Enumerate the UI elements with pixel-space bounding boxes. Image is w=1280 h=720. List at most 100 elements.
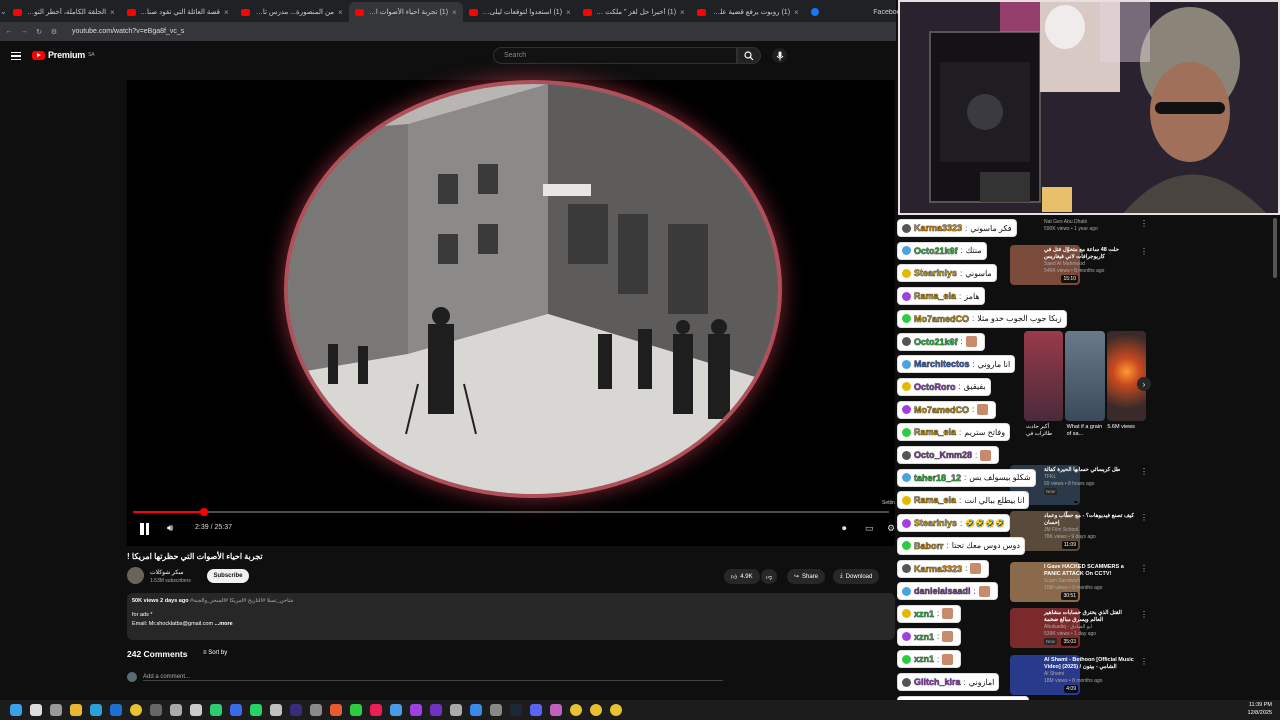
chat-message: danielalsaadi: — [898, 583, 997, 600]
views-date: 50K views 2 days ago — [132, 598, 189, 604]
close-icon[interactable]: × — [566, 8, 571, 17]
search-icon[interactable] — [30, 704, 42, 716]
progress-scrubber[interactable] — [200, 508, 209, 516]
autoplay-toggle-icon[interactable]: ⏺ — [842, 523, 847, 534]
pause-icon[interactable] — [139, 523, 150, 535]
subtitles-icon[interactable]: ▭ — [865, 523, 874, 534]
description-box[interactable]: 50K views 2 days ago #شاحن_تسلا #التاريخ… — [127, 593, 895, 640]
app-icon[interactable] — [190, 704, 202, 716]
add-comment-row[interactable]: Add a comment... — [127, 672, 723, 682]
channel-name[interactable]: سكر شوكلات — [150, 569, 184, 576]
url-field[interactable]: youtube.com/watch?v=eBga8f_vc_s — [72, 28, 184, 35]
microphone-icon — [776, 51, 783, 60]
browser-tab[interactable]: (1) تجربة احياء الأصوات التي × — [348, 2, 463, 22]
more-options-icon[interactable]: ⋮ — [1140, 247, 1148, 256]
youtube-logo[interactable]: Premium SA — [32, 50, 95, 60]
chrome-icon[interactable] — [610, 704, 622, 716]
settings-icon[interactable]: ⚙ — [887, 523, 895, 534]
app-icon[interactable] — [210, 704, 222, 716]
app-icon[interactable] — [390, 704, 402, 716]
close-icon[interactable]: × — [452, 8, 457, 17]
hashtags[interactable]: #شاحن_تسلا #التاريخ #امريكا #السحر_والجب… — [190, 598, 293, 604]
app-icon[interactable] — [350, 704, 362, 716]
app-icon[interactable] — [170, 704, 182, 716]
chat-text: منتك — [965, 246, 982, 256]
app-icon[interactable] — [410, 704, 422, 716]
browser-tab[interactable]: الحلقة الكاملة، أخطر التوقعات × — [7, 2, 121, 22]
menu-icon[interactable] — [11, 52, 21, 60]
more-options-icon[interactable]: ⋮ — [1140, 657, 1148, 666]
search-input[interactable]: Search — [493, 47, 737, 64]
more-options-icon[interactable]: ⋮ — [1140, 513, 1148, 522]
whatsapp-icon[interactable] — [250, 704, 262, 716]
site-info-icon[interactable]: ⚙ — [48, 28, 60, 36]
subscribe-button[interactable]: Subscribe — [207, 569, 249, 583]
app-icon[interactable] — [270, 704, 282, 716]
like-button[interactable]: 👍︎ 4.9K — [724, 569, 760, 584]
file-explorer-icon[interactable] — [70, 704, 82, 716]
chat-text: ماسوني — [965, 268, 992, 278]
share-button[interactable]: ↪ Share — [787, 569, 826, 584]
tiktok-icon[interactable] — [370, 704, 382, 716]
chat-message: Rama_ela: وفاتح ستريم — [898, 424, 1010, 441]
windows-taskbar — [0, 700, 1280, 720]
browser-tab[interactable]: (1) استعدوا لتوقعات ليلى عبداللـ× — [463, 2, 577, 22]
add-comment-input[interactable]: Add a comment... — [143, 674, 190, 680]
more-link[interactable]: ...more — [215, 621, 233, 627]
chat-separator: : — [960, 246, 963, 256]
close-icon[interactable]: × — [680, 8, 685, 17]
edge-icon[interactable] — [90, 704, 102, 716]
app-icon[interactable] — [150, 704, 162, 716]
forward-icon[interactable]: → — [18, 28, 30, 35]
chat-message: Rama_ela: انا بيطلع ببالي انت — [898, 492, 1029, 509]
more-options-icon[interactable]: ⋮ — [1140, 610, 1148, 619]
video-player[interactable]: 🔊︎ 2:39 / 25:37 ⏺ ▭ ⚙ — [127, 80, 895, 546]
chat-text: 🤣🤣🤣🤣 — [965, 518, 1006, 528]
task-view-icon[interactable] — [50, 704, 62, 716]
app-icon[interactable] — [310, 704, 322, 716]
app-icon[interactable] — [530, 704, 542, 716]
search-button[interactable] — [737, 47, 761, 64]
premiere-icon[interactable] — [290, 704, 302, 716]
steam-icon[interactable] — [510, 704, 522, 716]
browser-tab[interactable]: (1) روبوت يرفع قضية على سيد× — [691, 2, 805, 22]
more-options-icon[interactable]: ⋮ — [1140, 564, 1148, 573]
windows-start-icon[interactable] — [10, 704, 22, 716]
sort-by-button[interactable]: ≡ Sort by — [203, 650, 227, 656]
taskbar-clock[interactable]: 11:39 PM 12/8/2025 — [1248, 701, 1272, 717]
app-icon[interactable] — [330, 704, 342, 716]
app-icon[interactable] — [430, 704, 442, 716]
close-icon[interactable]: × — [338, 8, 343, 17]
close-icon[interactable]: × — [110, 8, 115, 17]
app-icon[interactable] — [550, 704, 562, 716]
progress-bar[interactable] — [133, 508, 889, 516]
download-button[interactable]: ⤓ Download — [833, 569, 880, 584]
chrome-icon[interactable] — [570, 704, 582, 716]
tab-list-icon[interactable]: ⌄ — [0, 7, 7, 16]
browser-tab[interactable]: من المنصورة... مدرس تاريخ يغاد× — [235, 2, 349, 22]
voice-search-button[interactable] — [772, 48, 787, 63]
app-icon[interactable] — [470, 704, 482, 716]
back-icon[interactable]: ← — [3, 28, 15, 35]
app-icon[interactable] — [450, 704, 462, 716]
chat-text: دوس دوس معك تحتا — [951, 541, 1020, 551]
chat-badge-icon — [902, 586, 911, 596]
reload-icon[interactable]: ↻ — [33, 28, 45, 36]
more-options-icon[interactable]: ⋮ — [1140, 219, 1148, 228]
browser-tab[interactable]: قصة العائلة التي تقود صناعة ال× — [121, 2, 235, 22]
chrome-icon[interactable] — [130, 704, 142, 716]
close-icon[interactable]: × — [794, 8, 799, 17]
more-options-icon[interactable]: ⋮ — [1140, 467, 1148, 476]
scrollbar[interactable] — [1273, 218, 1277, 278]
volume-icon[interactable]: 🔊︎ — [167, 523, 173, 534]
shelf-next-button[interactable]: › — [1137, 377, 1151, 391]
dislike-button[interactable]: 👎︎ — [761, 569, 778, 584]
tab-title: قصة العائلة التي تقود صناعة ال — [139, 9, 221, 16]
app-icon[interactable] — [490, 704, 502, 716]
app-icon[interactable] — [230, 704, 242, 716]
chrome-icon[interactable] — [590, 704, 602, 716]
close-icon[interactable]: × — [224, 8, 229, 17]
channel-avatar[interactable] — [127, 567, 144, 584]
outlook-icon[interactable] — [110, 704, 122, 716]
browser-tab[interactable]: (1) أخيرا حل لغز " ملكت برمودا× — [577, 2, 691, 22]
